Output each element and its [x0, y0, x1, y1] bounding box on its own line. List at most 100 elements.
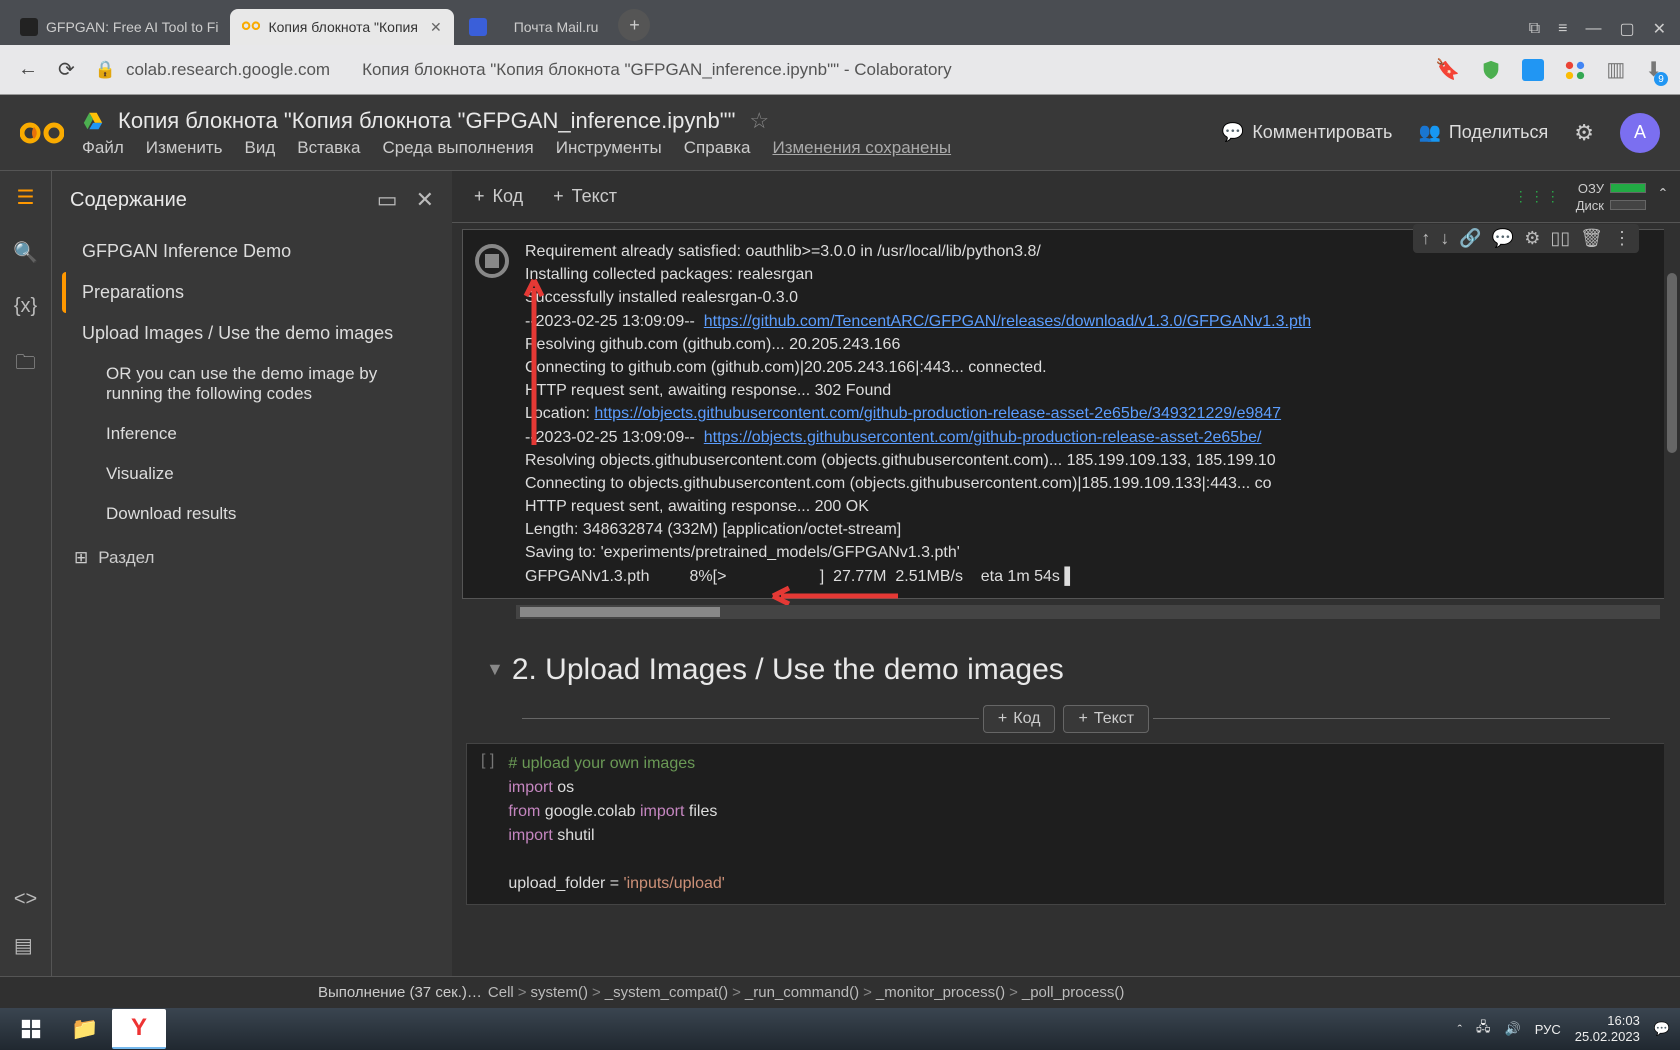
- variables-icon[interactable]: {x}: [14, 295, 37, 318]
- toc-item[interactable]: OR you can use the demo image by running…: [62, 354, 442, 414]
- comment-label: Комментировать: [1252, 122, 1392, 143]
- menubar: Файл Изменить Вид Вставка Среда выполнен…: [82, 138, 951, 158]
- mirror-icon[interactable]: ▯▯: [1550, 228, 1570, 249]
- vertical-scrollbar[interactable]: [1664, 223, 1680, 903]
- more-icon[interactable]: ⋮: [1613, 228, 1631, 249]
- toc-item[interactable]: Upload Images / Use the demo images: [62, 313, 442, 354]
- folder-icon: 📁: [71, 1016, 98, 1042]
- menu-icon[interactable]: ≡: [1558, 20, 1567, 38]
- network-icon[interactable]: 🖧: [1476, 1018, 1491, 1040]
- add-section-button[interactable]: ⊞ Раздел: [62, 534, 442, 582]
- new-section-icon[interactable]: ▭: [377, 187, 398, 213]
- maximize-icon[interactable]: ▢: [1619, 19, 1634, 39]
- site-icon: [20, 18, 38, 36]
- link-icon[interactable]: 🔗: [1459, 228, 1481, 249]
- gear-icon[interactable]: ⚙: [1574, 120, 1594, 146]
- toc-icon[interactable]: ☰: [17, 185, 35, 210]
- browser-tab[interactable]: Почта Mail.ru: [502, 9, 611, 45]
- star-icon[interactable]: ☆: [749, 108, 769, 134]
- gear-icon[interactable]: ⚙: [1524, 228, 1540, 249]
- sidebar-icon[interactable]: ▥: [1606, 57, 1625, 82]
- delete-icon[interactable]: 🗑: [1580, 228, 1603, 249]
- menu-insert[interactable]: Вставка: [297, 138, 360, 158]
- collapse-section-icon[interactable]: ▼: [486, 659, 504, 680]
- bookmark-icon[interactable]: 🔖: [1435, 57, 1460, 82]
- plus-icon: ⊞: [74, 548, 88, 568]
- minimize-icon[interactable]: —: [1585, 20, 1601, 38]
- notebook-scroll[interactable]: ↑ ↓ 🔗 💬 ⚙ ▯▯ 🗑 ⋮ Requirement already sat…: [452, 223, 1680, 976]
- document-title[interactable]: Копия блокнота "Копия блокнота "GFPGAN_i…: [118, 108, 735, 134]
- close-sidebar-icon[interactable]: ✕: [416, 187, 434, 213]
- back-button[interactable]: ←: [18, 58, 38, 81]
- menu-view[interactable]: Вид: [244, 138, 275, 158]
- menu-tools[interactable]: Инструменты: [556, 138, 662, 158]
- share-button[interactable]: 👥 Поделиться: [1418, 122, 1548, 143]
- extension-icon[interactable]: [1522, 59, 1544, 81]
- comment-icon[interactable]: 💬: [1492, 228, 1514, 249]
- add-code-button[interactable]: +Код: [466, 182, 531, 211]
- copy-url-icon[interactable]: ⧉: [1529, 20, 1540, 38]
- browser-tab[interactable]: GFPGAN: Free AI Tool to Fi: [8, 9, 230, 45]
- toc-item[interactable]: Preparations: [62, 272, 442, 313]
- terminal-icon[interactable]: ▤: [14, 933, 37, 958]
- cell-toolbar: ↑ ↓ 🔗 💬 ⚙ ▯▯ 🗑 ⋮: [1413, 224, 1639, 253]
- close-icon[interactable]: ✕: [1653, 19, 1666, 39]
- search-icon[interactable]: 🔍: [13, 240, 38, 265]
- explorer-button[interactable]: 📁: [58, 1009, 112, 1049]
- menu-edit[interactable]: Изменить: [146, 138, 223, 158]
- disk-label: Диск: [1576, 198, 1604, 213]
- resource-indicator[interactable]: ОЗУ Диск: [1576, 181, 1646, 213]
- menu-file[interactable]: Файл: [82, 138, 124, 158]
- plus-icon: +: [998, 710, 1007, 728]
- colab-header: Копия блокнота "Копия блокнота "GFPGAN_i…: [0, 95, 1680, 171]
- insert-text-button[interactable]: +Текст: [1063, 705, 1149, 733]
- volume-icon[interactable]: 🔊: [1505, 1021, 1521, 1037]
- input-lang[interactable]: РУС: [1535, 1022, 1561, 1037]
- yandex-browser-button[interactable]: Y: [112, 1009, 166, 1049]
- url-field[interactable]: 🔒 colab.research.google.com: [95, 60, 330, 80]
- toc-item[interactable]: Visualize: [62, 454, 442, 494]
- extension-icon[interactable]: [1564, 59, 1586, 81]
- downloads-icon[interactable]: ⬇9: [1645, 57, 1662, 82]
- command-icon[interactable]: <>: [14, 888, 37, 911]
- toc-item[interactable]: Inference: [62, 414, 442, 454]
- insert-code-button[interactable]: +Код: [983, 705, 1056, 733]
- add-section-label: Раздел: [98, 548, 154, 568]
- comment-button[interactable]: 💬 Комментировать: [1222, 122, 1393, 143]
- files-icon[interactable]: 🗀: [16, 348, 36, 382]
- connection-menu-icon[interactable]: ⋮⋮⋮: [1514, 188, 1562, 205]
- move-up-icon[interactable]: ↑: [1421, 228, 1430, 249]
- menu-runtime[interactable]: Среда выполнения: [382, 138, 533, 158]
- notifications-icon[interactable]: 💬: [1654, 1021, 1670, 1037]
- sidebar: Содержание ▭ ✕ GFPGAN Inference DemoPrep…: [52, 171, 452, 976]
- collapse-icon[interactable]: ˆ: [1660, 186, 1666, 207]
- avatar[interactable]: A: [1620, 113, 1660, 153]
- browser-tab[interactable]: [454, 9, 502, 45]
- toc-item[interactable]: GFPGAN Inference Demo: [62, 231, 442, 272]
- lock-icon: 🔒: [95, 60, 116, 80]
- horizontal-scrollbar[interactable]: [516, 605, 1660, 619]
- ram-bar-icon: [1610, 183, 1646, 193]
- mail-icon: [469, 18, 487, 36]
- toc-item[interactable]: Download results: [62, 494, 442, 534]
- add-text-button[interactable]: +Текст: [545, 182, 625, 211]
- code-cell[interactable]: [ ] # upload your own imagesimport osfro…: [466, 743, 1666, 905]
- tab-title: Копия блокнота "Копия: [268, 19, 417, 35]
- start-button[interactable]: [4, 1009, 58, 1049]
- menu-help[interactable]: Справка: [684, 138, 751, 158]
- tray-expand-icon[interactable]: ˆ: [1458, 1022, 1462, 1037]
- browser-tab[interactable]: Копия блокнота "Копия ✕: [230, 9, 453, 45]
- notebook-toolbar: +Код +Текст ⋮⋮⋮ ОЗУ Диск ˆ: [452, 171, 1680, 223]
- shield-icon[interactable]: [1480, 59, 1502, 81]
- clock[interactable]: 16:03 25.02.2023: [1575, 1013, 1640, 1044]
- move-down-icon[interactable]: ↓: [1440, 228, 1449, 249]
- code-editor[interactable]: # upload your own imagesimport osfrom go…: [508, 752, 725, 896]
- close-icon[interactable]: ✕: [430, 19, 442, 36]
- drive-icon: [82, 110, 104, 132]
- running-cell-icon[interactable]: [475, 244, 509, 278]
- new-tab-button[interactable]: +: [618, 9, 650, 41]
- colab-logo-icon[interactable]: [20, 119, 64, 147]
- share-label: Поделиться: [1449, 122, 1548, 143]
- status-bar: Выполнение (37 сек.)… Cell>system()>_sys…: [0, 976, 1680, 1008]
- reload-button[interactable]: ⟳: [58, 57, 75, 82]
